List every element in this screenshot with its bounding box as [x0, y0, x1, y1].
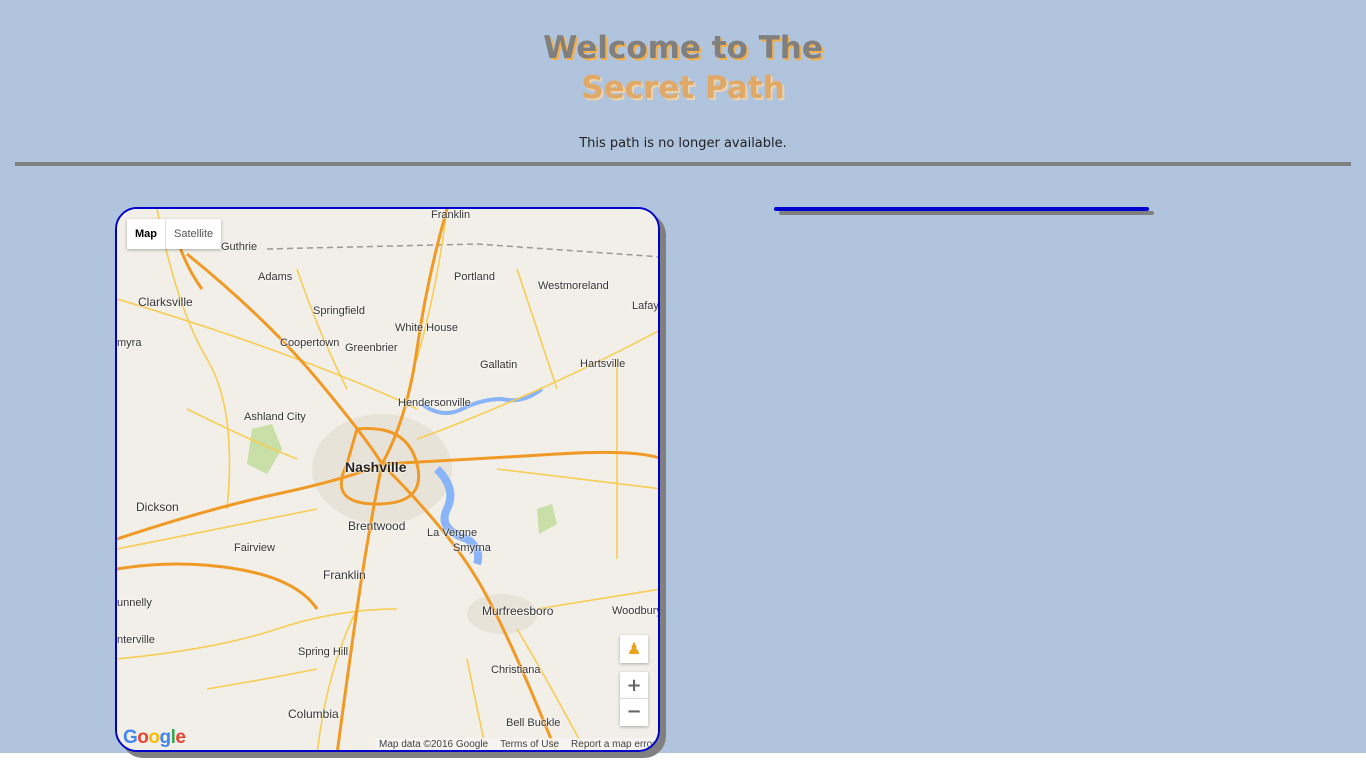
page-title-line-1: Welcome to The — [543, 30, 823, 66]
page-title-line-2: Secret Path — [581, 70, 785, 106]
map-label-adams: Adams — [258, 271, 293, 283]
map-label-dickson: Dickson — [136, 500, 179, 514]
map-label-spring-hill: Spring Hill — [298, 646, 349, 658]
map-label-columbia: Columbia — [288, 707, 339, 721]
zoom-out-button[interactable]: − — [620, 699, 648, 726]
map-label-greenbrier: Greenbrier — [345, 342, 398, 354]
map-label-hartsville: Hartsville — [580, 358, 626, 370]
map-label-nterville: nterville — [117, 634, 155, 646]
map-label-smyrna: Smyrna — [453, 542, 491, 554]
blue-bar — [774, 207, 1149, 211]
map-label-woodbury: Woodbury — [612, 605, 660, 617]
map-label-springfield: Springfield — [313, 305, 365, 317]
google-logo: Google — [123, 727, 186, 748]
map-label-portland: Portland — [454, 271, 495, 283]
map-label-franklin-tn: Franklin — [323, 568, 366, 582]
map-label-white-house: White House — [395, 322, 458, 334]
page-background: Welcome to The Secret Path This path is … — [0, 0, 1366, 758]
blue-bar-shadow — [779, 211, 1154, 215]
terms-of-use-link[interactable]: Terms of Use — [500, 739, 559, 750]
map-label-fairview: Fairview — [234, 542, 275, 554]
map-label-myra: myra — [117, 337, 142, 349]
map-label-guthrie: Guthrie — [221, 241, 258, 253]
map-label-unnelly: unnelly — [117, 597, 152, 609]
header-divider — [15, 162, 1351, 166]
map-data-credit: Map data ©2016 Google — [379, 739, 489, 750]
map-label-coopertown: Coopertown — [280, 337, 340, 349]
map-label-clarksville: Clarksville — [138, 295, 193, 309]
map-label-nashville: Nashville — [345, 459, 407, 475]
map-label-bell-buckle: Bell Buckle — [506, 717, 561, 729]
map-label-hendersonville: Hendersonville — [398, 397, 471, 409]
map-attribution: Map data ©2016 Google Terms of Use Repor… — [375, 738, 658, 750]
google-map[interactable]: Map Satellite Franklin Guthrie Adams Por… — [115, 207, 660, 752]
zoom-in-button[interactable]: + — [620, 672, 648, 699]
map-label-gallatin: Gallatin — [480, 359, 518, 371]
map-type-control[interactable]: Map Satellite — [127, 219, 222, 249]
map-type-satellite-button[interactable]: Satellite — [166, 219, 221, 249]
map-label-ashland-city: Ashland City — [244, 411, 306, 423]
report-map-error-link[interactable]: Report a map error — [571, 739, 655, 750]
page-subtitle: This path is no longer available. — [579, 136, 787, 151]
map-type-map-button[interactable]: Map — [127, 219, 166, 249]
map-label-la-vergne: La Vergne — [427, 527, 478, 539]
map-label-westmoreland: Westmoreland — [538, 280, 609, 292]
map-label-christiana: Christiana — [491, 664, 541, 676]
street-view-pegman-icon[interactable]: ♟ — [620, 635, 648, 663]
map-label-brentwood: Brentwood — [348, 519, 406, 533]
map-label-lafay: Lafay — [632, 300, 659, 312]
map-label-murfreesboro: Murfreesboro — [482, 604, 554, 618]
map-label-franklin-ky: Franklin — [431, 209, 471, 221]
